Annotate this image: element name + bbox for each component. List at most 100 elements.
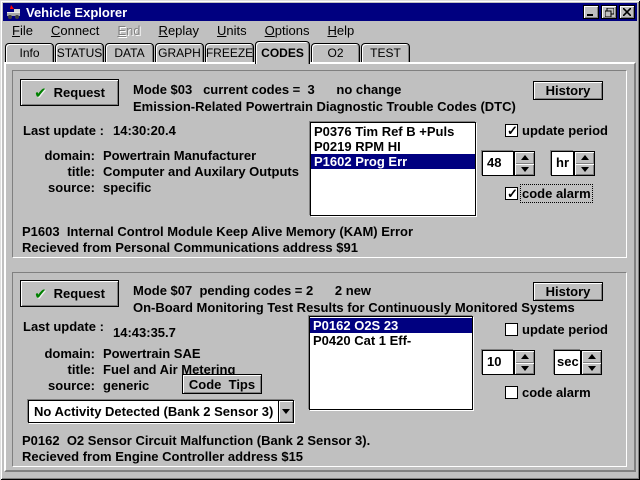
up-arrow-icon [521,354,529,359]
tab-codes[interactable]: CODES [255,41,310,64]
tab-data[interactable]: DATA [105,43,154,62]
tab-o2[interactable]: O2 [311,43,360,62]
dtc-item[interactable]: P0420 Cat 1 Eff- [310,333,472,348]
request-button-label: Request [54,85,105,100]
close-button[interactable] [619,5,635,19]
period-unit-spinner-mode07 [581,350,602,375]
restore-button[interactable] [601,5,617,19]
menu-file[interactable]: File [3,22,42,40]
green-check-icon: ✔ [34,84,47,102]
checkbox-icon [505,187,518,200]
dtc-item[interactable]: P1602 Prog Err [311,154,475,169]
code-alarm-checkbox-mode07[interactable]: code alarm [505,385,591,400]
request-button-mode03[interactable]: ✔ Request [20,79,119,106]
request-button-mode07[interactable]: ✔ Request [20,280,119,307]
code-alarm-label: code alarm [522,385,591,400]
spinner-down-button[interactable] [515,164,534,176]
dtc-listbox-mode03[interactable]: P0376 Tim Ref B +Puls P0219 RPM HI P1602… [310,122,476,216]
history-button-label: History [546,83,591,98]
tab-graph[interactable]: GRAPH [155,43,204,62]
period-value-field-mode07[interactable]: 10 [482,350,514,375]
last-update-label: Last update : [23,123,104,138]
update-period-label: update period [522,322,608,337]
code-tips-button[interactable]: Code Tips [182,374,262,394]
titlebar: Vehicle Explorer [3,3,637,21]
mode03-panel: ✔ Request Mode $03 current codes = 3 no … [12,70,627,258]
mode03-status-line: Mode $03 current codes = 3 no change [133,82,401,97]
spinner-up-button[interactable] [515,351,534,363]
restore-icon [605,8,614,17]
period-value-spinner-mode07 [514,350,535,375]
menu-help[interactable]: Help [318,22,363,40]
domain-value: Powertrain Manufacturer [103,148,256,163]
title-value: Computer and Auxilary Outputs [103,164,299,179]
dtc-item[interactable]: P0219 RPM HI [311,139,475,154]
period-unit-field-mode03[interactable]: hr [551,151,574,176]
spinner-down-button[interactable] [515,363,534,375]
domain-label: domain: [21,346,95,361]
dropdown-value: No Activity Detected (Bank 2 Sensor 3) [29,404,278,419]
vehicle-explorer-window: Vehicle Explorer File Connect End Replay… [0,0,640,480]
title-label: title: [21,362,95,377]
green-check-icon: ✔ [34,285,47,303]
source-label: source: [21,180,95,195]
period-unit-field-mode07[interactable]: sec [554,350,581,375]
dtc-listbox-mode07[interactable]: P0162 O2S 23 P0420 Cat 1 Eff- [309,316,473,410]
update-period-checkbox-mode07[interactable]: update period [505,322,608,337]
code-alarm-checkbox-mode03[interactable]: code alarm [505,186,591,201]
domain-label: domain: [21,148,95,163]
tab-test[interactable]: TEST [361,43,410,62]
source-value: generic [103,378,149,393]
menu-units[interactable]: Units [208,22,256,40]
minimize-icon [587,8,595,16]
history-button-label: History [546,284,591,299]
period-unit-spinner-mode03 [574,151,595,176]
spinner-up-button[interactable] [575,152,594,164]
selected-code-detail-line1: P1603 Internal Control Module Keep Alive… [22,224,413,239]
tab-freeze[interactable]: FREEZE [205,43,254,62]
update-period-label: update period [522,123,608,138]
update-period-checkbox-mode03[interactable]: update period [505,123,608,138]
period-value-field-mode03[interactable]: 48 [482,151,514,176]
mode07-panel: ✔ Request Mode $07 pending codes = 2 2 n… [12,272,627,467]
truck-app-icon [6,4,22,20]
spinner-down-button[interactable] [575,164,594,176]
source-value: specific [103,180,151,195]
last-update-label: Last update : [23,319,104,334]
dropdown-arrow-button[interactable] [278,401,293,422]
tab-status[interactable]: STATUS [55,43,104,62]
down-arrow-icon [521,366,529,371]
menu-options[interactable]: Options [256,22,319,40]
dtc-item[interactable]: P0376 Tim Ref B +Puls [311,124,475,139]
period-value-spinner-mode03 [514,151,535,176]
tab-info[interactable]: Info [5,43,54,62]
spinner-down-button[interactable] [582,363,601,375]
spinner-up-button[interactable] [582,351,601,363]
menu-connect[interactable]: Connect [42,22,108,40]
code-detail-dropdown[interactable]: No Activity Detected (Bank 2 Sensor 3) [28,400,294,423]
tabstrip: Info STATUS DATA GRAPH FREEZE CODES O2 T… [5,41,411,64]
history-button-mode07[interactable]: History [533,282,603,301]
menu-replay[interactable]: Replay [150,22,208,40]
history-button-mode03[interactable]: History [533,81,603,100]
checkbox-icon [505,386,518,399]
code-alarm-label: code alarm [522,186,591,201]
code-tips-label: Code Tips [189,377,255,392]
last-update-value: 14:43:35.7 [113,325,176,340]
mode07-description: On-Board Monitoring Test Results for Con… [133,300,575,315]
checkbox-icon [505,124,518,137]
request-button-label: Request [54,286,105,301]
dtc-item[interactable]: P0162 O2S 23 [310,318,472,333]
dropdown-arrow-icon [282,409,290,414]
domain-value: Powertrain SAE [103,346,201,361]
selected-code-detail-line2: Recieved from Personal Communications ad… [22,240,358,255]
minimize-button[interactable] [583,5,599,19]
last-update-value: 14:30:20.4 [113,123,176,138]
spinner-up-button[interactable] [515,152,534,164]
close-icon [623,8,631,16]
mode07-status-line: Mode $07 pending codes = 2 2 new [133,283,371,298]
checkbox-icon [505,323,518,336]
menu-end: End [108,22,149,40]
up-arrow-icon [588,354,596,359]
mode03-description: Emission-Related Powertrain Diagnostic T… [133,99,516,114]
